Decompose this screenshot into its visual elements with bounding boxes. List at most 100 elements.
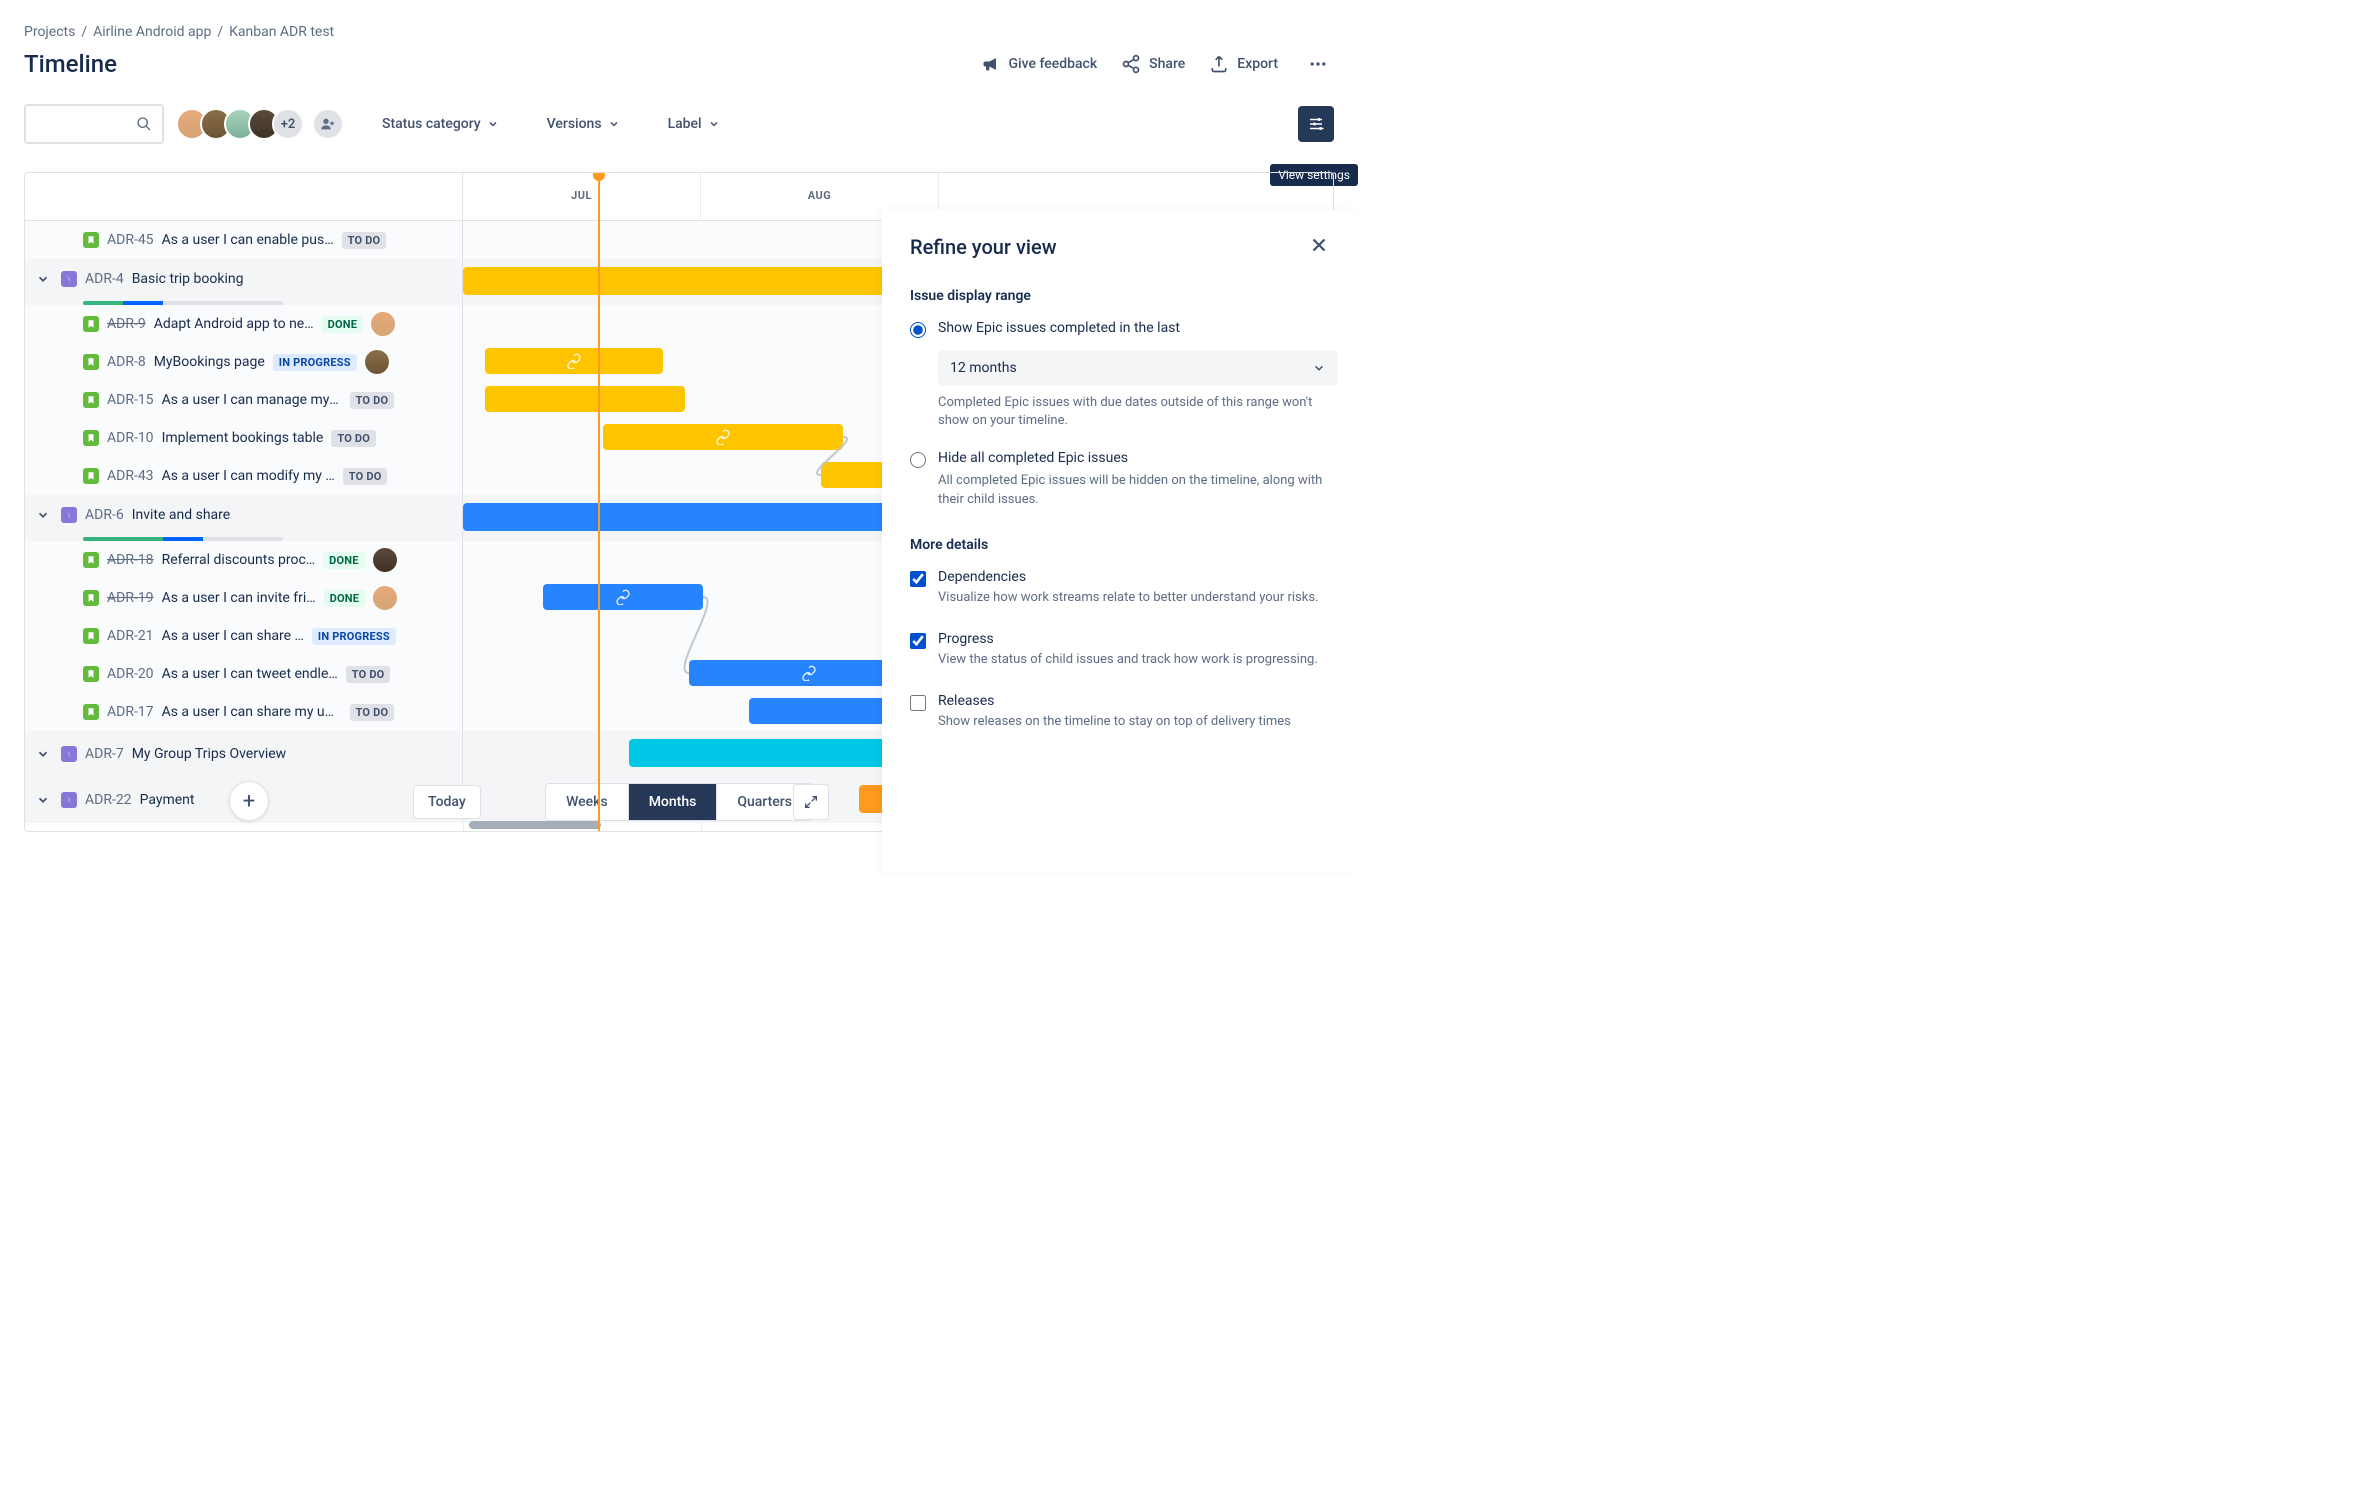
share-button[interactable]: Share xyxy=(1121,54,1185,74)
status-category-filter[interactable]: Status category xyxy=(372,108,509,140)
assignee-avatar[interactable] xyxy=(373,586,397,610)
issue-key[interactable]: ADR-20 xyxy=(107,666,154,682)
add-people-button[interactable] xyxy=(312,108,344,140)
link-icon xyxy=(615,589,631,605)
radio-show-completed[interactable]: Show Epic issues completed in the last xyxy=(910,320,1330,338)
section-more-details: More details xyxy=(910,537,1330,553)
issue-key[interactable]: ADR-4 xyxy=(85,271,124,287)
issue-key[interactable]: ADR-9 xyxy=(107,316,146,332)
add-issue-button[interactable]: + xyxy=(229,781,269,821)
issue-key[interactable]: ADR-18 xyxy=(107,552,154,568)
issue-key[interactable]: ADR-7 xyxy=(85,746,124,762)
issue-summary[interactable]: Basic trip booking xyxy=(132,271,244,287)
epic-toggle[interactable] xyxy=(33,269,53,289)
gantt-bar[interactable] xyxy=(543,584,703,610)
epic-toggle[interactable] xyxy=(33,744,53,764)
checkbox-releases[interactable]: Releases Show releases on the timeline t… xyxy=(910,693,1330,731)
epic-icon xyxy=(61,792,77,808)
issue-summary[interactable]: Adapt Android app to ne… xyxy=(154,316,314,332)
issue-key[interactable]: ADR-15 xyxy=(107,392,154,408)
issue-summary[interactable]: Invite and share xyxy=(132,507,231,523)
radio-input[interactable] xyxy=(910,452,926,468)
link-icon xyxy=(715,429,731,445)
issue-summary[interactable]: MyBookings page xyxy=(154,354,265,370)
assignee-avatar[interactable] xyxy=(365,350,389,374)
versions-filter[interactable]: Versions xyxy=(537,108,630,140)
status-lozenge: TO DO xyxy=(331,430,376,447)
epic-toggle[interactable] xyxy=(33,505,53,525)
export-button[interactable]: Export xyxy=(1209,54,1278,74)
horizontal-scrollbar[interactable] xyxy=(469,821,601,829)
issue-key[interactable]: ADR-22 xyxy=(85,792,132,808)
breadcrumb-projects[interactable]: Projects xyxy=(24,24,75,40)
chevron-down-icon xyxy=(36,272,50,286)
issue-summary[interactable]: My Group Trips Overview xyxy=(132,746,287,762)
expand-icon xyxy=(803,794,819,810)
issue-key[interactable]: ADR-45 xyxy=(107,232,154,248)
radio-input[interactable] xyxy=(910,322,926,338)
page-title: Timeline xyxy=(24,50,117,78)
search-icon xyxy=(136,116,152,132)
issue-summary[interactable]: Implement bookings table xyxy=(162,430,324,446)
chevron-down-icon xyxy=(487,118,499,130)
epic-icon xyxy=(61,746,77,762)
today-button[interactable]: Today xyxy=(413,785,481,819)
give-feedback-button[interactable]: Give feedback xyxy=(981,54,1098,74)
label-filter[interactable]: Label xyxy=(658,108,730,140)
search-input[interactable] xyxy=(24,104,164,144)
issue-summary[interactable]: As a user I can invite fri… xyxy=(162,590,316,606)
status-lozenge: TO DO xyxy=(346,666,391,683)
gantt-bar[interactable] xyxy=(485,348,663,374)
zoom-months[interactable]: Months xyxy=(629,784,718,820)
checkbox-progress[interactable]: Progress View the status of child issues… xyxy=(910,631,1330,669)
fullscreen-button[interactable] xyxy=(793,784,829,820)
issue-summary[interactable]: As a user I can manage my … xyxy=(162,392,342,408)
completed-range-select[interactable]: 12 months xyxy=(938,350,1338,386)
zoom-weeks[interactable]: Weeks xyxy=(546,784,629,820)
story-icon xyxy=(83,590,99,606)
section-issue-display-range: Issue display range xyxy=(910,288,1330,304)
issue-summary[interactable]: Payment xyxy=(140,792,195,808)
assignee-avatar[interactable] xyxy=(373,548,397,572)
issue-key[interactable]: ADR-10 xyxy=(107,430,154,446)
today-indicator xyxy=(598,173,600,831)
issue-summary[interactable]: As a user I can enable pus… xyxy=(162,232,334,248)
issue-summary[interactable]: As a user I can tweet endle… xyxy=(162,666,338,682)
more-actions-button[interactable] xyxy=(1302,48,1334,80)
breadcrumb-project[interactable]: Airline Android app xyxy=(93,24,211,40)
link-icon xyxy=(801,665,817,681)
issue-key[interactable]: ADR-21 xyxy=(107,628,154,644)
gantt-bar[interactable] xyxy=(603,424,843,450)
story-icon xyxy=(83,430,99,446)
checkbox-input[interactable] xyxy=(910,695,926,711)
story-icon xyxy=(83,392,99,408)
checkbox-dependencies[interactable]: Dependencies Visualize how work streams … xyxy=(910,569,1330,607)
issue-key[interactable]: ADR-6 xyxy=(85,507,124,523)
more-horizontal-icon xyxy=(1308,54,1328,74)
status-lozenge: DONE xyxy=(324,590,365,607)
issue-summary[interactable]: As a user I can modify my … xyxy=(162,468,335,484)
issue-summary[interactable]: Referral discounts proc… xyxy=(162,552,316,568)
issue-summary[interactable]: As a user I can share my up… xyxy=(162,704,342,720)
chevron-down-icon xyxy=(608,118,620,130)
issue-key[interactable]: ADR-19 xyxy=(107,590,154,606)
radio-hide-completed[interactable]: Hide all completed Epic issues All compl… xyxy=(910,450,1330,508)
issue-key[interactable]: ADR-8 xyxy=(107,354,146,370)
chevron-down-icon xyxy=(708,118,720,130)
gantt-bar[interactable] xyxy=(485,386,685,412)
checkbox-input[interactable] xyxy=(910,571,926,587)
assignee-avatar[interactable] xyxy=(371,312,395,336)
assignee-avatars: +2 xyxy=(176,108,344,140)
checkbox-input[interactable] xyxy=(910,633,926,649)
month-header: JUL xyxy=(463,173,701,220)
avatar-overflow[interactable]: +2 xyxy=(272,108,304,140)
breadcrumb-board[interactable]: Kanban ADR test xyxy=(229,24,334,40)
issue-key[interactable]: ADR-43 xyxy=(107,468,154,484)
chevron-down-icon xyxy=(36,747,50,761)
panel-close-button[interactable] xyxy=(1308,234,1330,260)
status-lozenge: TO DO xyxy=(350,704,395,721)
epic-toggle[interactable] xyxy=(33,790,53,810)
view-settings-button[interactable] xyxy=(1298,106,1334,142)
issue-key[interactable]: ADR-17 xyxy=(107,704,154,720)
issue-summary[interactable]: As a user I can share … xyxy=(162,628,304,644)
